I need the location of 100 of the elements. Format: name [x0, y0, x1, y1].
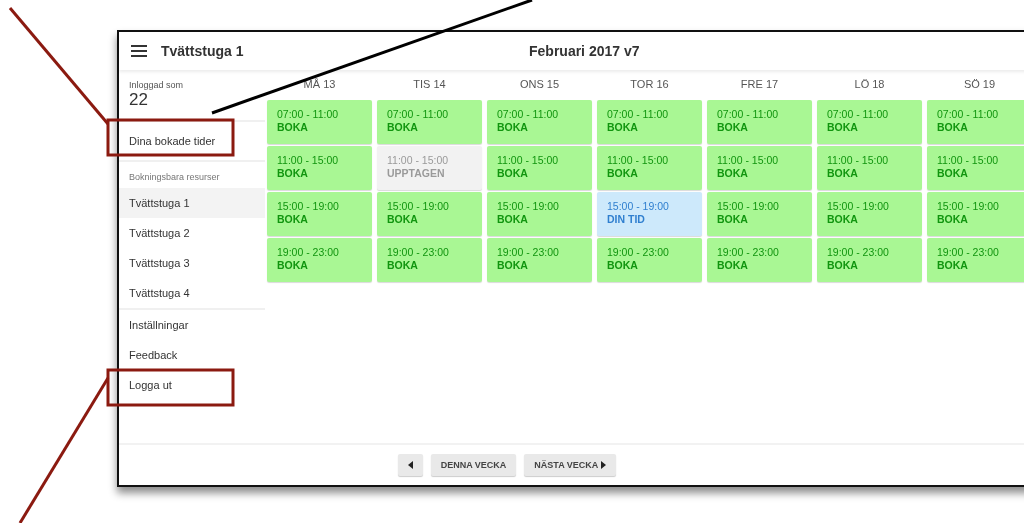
- time-slot[interactable]: 19:00 - 23:00 BOKA: [597, 238, 702, 282]
- menu-item[interactable]: Logga ut: [119, 370, 265, 400]
- slot-time: 11:00 - 15:00: [277, 154, 340, 167]
- time-slot[interactable]: 11:00 - 15:00 BOKA: [927, 146, 1024, 190]
- slot-time: 11:00 - 15:00: [827, 154, 890, 167]
- day-header: FRE 17: [739, 78, 780, 92]
- time-slot[interactable]: 15:00 - 19:00 BOKA: [927, 192, 1024, 236]
- slot-time: 11:00 - 15:00: [607, 154, 670, 167]
- slot-time: 19:00 - 23:00: [387, 246, 450, 259]
- slot-status: DIN TID: [607, 213, 646, 226]
- slot-status: BOKA: [277, 213, 309, 226]
- slot-status: BOKA: [497, 259, 529, 272]
- slot-time: 19:00 - 23:00: [717, 246, 780, 259]
- slot-status: UPPTAGEN: [387, 167, 446, 180]
- slot-status: BOKA: [937, 259, 969, 272]
- slot-time: 07:00 - 11:00: [937, 108, 1000, 121]
- right-triangle-icon: [601, 461, 607, 469]
- time-slot[interactable]: 07:00 - 11:00 BOKA: [597, 100, 702, 144]
- booked-times-link[interactable]: Dina bokade tider: [119, 122, 265, 160]
- time-slot[interactable]: 15:00 - 19:00 BOKA: [817, 192, 922, 236]
- menu-item[interactable]: Inställningar: [119, 310, 265, 340]
- slot-status: BOKA: [387, 121, 419, 134]
- slot-time: 11:00 - 15:00: [937, 154, 1000, 167]
- slot-status: BOKA: [937, 213, 969, 226]
- window-title: Tvättstuga 1: [161, 43, 244, 59]
- slot-status: BOKA: [497, 213, 529, 226]
- slot-time: 11:00 - 15:00: [387, 154, 450, 167]
- menu-item[interactable]: Feedback: [119, 340, 265, 370]
- time-slot[interactable]: 07:00 - 11:00 BOKA: [377, 100, 482, 144]
- slot-status: BOKA: [937, 121, 969, 134]
- time-slot[interactable]: 07:00 - 11:00 BOKA: [707, 100, 812, 144]
- day-header: LÖ 18: [853, 78, 886, 92]
- resource-item[interactable]: Tvättstuga 3: [119, 248, 265, 278]
- time-slot[interactable]: 11:00 - 15:00 BOKA: [487, 146, 592, 190]
- day-header: SÖ 19: [962, 78, 997, 92]
- time-slot[interactable]: 11:00 - 15:00 BOKA: [817, 146, 922, 190]
- time-slot[interactable]: 19:00 - 23:00 BOKA: [817, 238, 922, 282]
- time-slot[interactable]: 07:00 - 11:00 BOKA: [267, 100, 372, 144]
- slot-time: 15:00 - 19:00: [607, 200, 670, 213]
- slot-status: BOKA: [277, 121, 309, 134]
- this-week-button[interactable]: DENNA VECKA: [430, 454, 517, 476]
- time-slot[interactable]: 15:00 - 19:00 BOKA: [377, 192, 482, 236]
- time-slot[interactable]: 11:00 - 15:00 BOKA: [707, 146, 812, 190]
- slot-status: BOKA: [717, 213, 749, 226]
- slot-status: BOKA: [607, 167, 639, 180]
- slot-time: 19:00 - 23:00: [827, 246, 890, 259]
- time-slot[interactable]: 15:00 - 19:00 BOKA: [487, 192, 592, 236]
- slot-time: 11:00 - 15:00: [717, 154, 780, 167]
- time-slot[interactable]: 15:00 - 19:00 BOKA: [707, 192, 812, 236]
- resource-item[interactable]: Tvättstuga 4: [119, 278, 265, 308]
- day-header: ONS 15: [518, 78, 561, 92]
- slot-time: 19:00 - 23:00: [937, 246, 1000, 259]
- time-slot[interactable]: 19:00 - 23:00 BOKA: [377, 238, 482, 282]
- time-slot[interactable]: 15:00 - 19:00 DIN TID: [597, 192, 702, 236]
- time-slot[interactable]: 15:00 - 19:00 BOKA: [267, 192, 372, 236]
- slot-status: BOKA: [937, 167, 969, 180]
- slot-status: BOKA: [277, 259, 309, 272]
- slot-status: BOKA: [717, 167, 749, 180]
- slot-status: BOKA: [497, 167, 529, 180]
- time-slot[interactable]: 11:00 - 15:00 BOKA: [267, 146, 372, 190]
- resource-item[interactable]: Tvättstuga 2: [119, 218, 265, 248]
- resources-heading: Bokningsbara resurser: [128, 171, 221, 184]
- left-triangle-icon: [407, 461, 413, 469]
- menu-icon[interactable]: [131, 45, 147, 57]
- slot-status: BOKA: [607, 121, 639, 134]
- slot-time: 07:00 - 11:00: [387, 108, 450, 121]
- time-slot[interactable]: 19:00 - 23:00 BOKA: [927, 238, 1024, 282]
- slot-status: BOKA: [827, 167, 859, 180]
- slot-status: BOKA: [607, 259, 639, 272]
- time-slot[interactable]: 07:00 - 11:00 BOKA: [927, 100, 1024, 144]
- logged-in-label: Inloggad som: [129, 80, 185, 90]
- period-title: Februari 2017 v7: [529, 43, 640, 59]
- time-slot[interactable]: 07:00 - 11:00 BOKA: [487, 100, 592, 144]
- slot-status: BOKA: [387, 213, 419, 226]
- slot-time: 19:00 - 23:00: [607, 246, 670, 259]
- time-slot[interactable]: 07:00 - 11:00 BOKA: [817, 100, 922, 144]
- slot-time: 11:00 - 15:00: [497, 154, 560, 167]
- time-slot[interactable]: 19:00 - 23:00 BOKA: [267, 238, 372, 282]
- slot-time: 19:00 - 23:00: [497, 246, 560, 259]
- slot-time: 07:00 - 11:00: [607, 108, 670, 121]
- slot-status: BOKA: [827, 213, 859, 226]
- day-header: TIS 14: [412, 78, 447, 92]
- time-slot[interactable]: 11:00 - 15:00 BOKA: [597, 146, 702, 190]
- previous-week-button[interactable]: [397, 454, 423, 476]
- slot-time: 07:00 - 11:00: [717, 108, 780, 121]
- slot-status: BOKA: [827, 121, 859, 134]
- slot-time: 19:00 - 23:00: [277, 246, 340, 259]
- slot-time: 15:00 - 19:00: [937, 200, 1000, 213]
- slot-status: BOKA: [717, 259, 749, 272]
- slot-time: 15:00 - 19:00: [497, 200, 560, 213]
- time-slot[interactable]: 11:00 - 15:00 UPPTAGEN: [377, 146, 482, 190]
- slot-time: 15:00 - 19:00: [827, 200, 890, 213]
- time-slot[interactable]: 19:00 - 23:00 BOKA: [487, 238, 592, 282]
- next-week-button[interactable]: NÄSTA VECKA: [524, 454, 617, 476]
- slot-status: BOKA: [497, 121, 529, 134]
- slot-status: BOKA: [827, 259, 859, 272]
- slot-status: BOKA: [717, 121, 749, 134]
- resource-item[interactable]: Tvättstuga 1: [119, 188, 265, 218]
- slot-time: 15:00 - 19:00: [717, 200, 780, 213]
- time-slot[interactable]: 19:00 - 23:00 BOKA: [707, 238, 812, 282]
